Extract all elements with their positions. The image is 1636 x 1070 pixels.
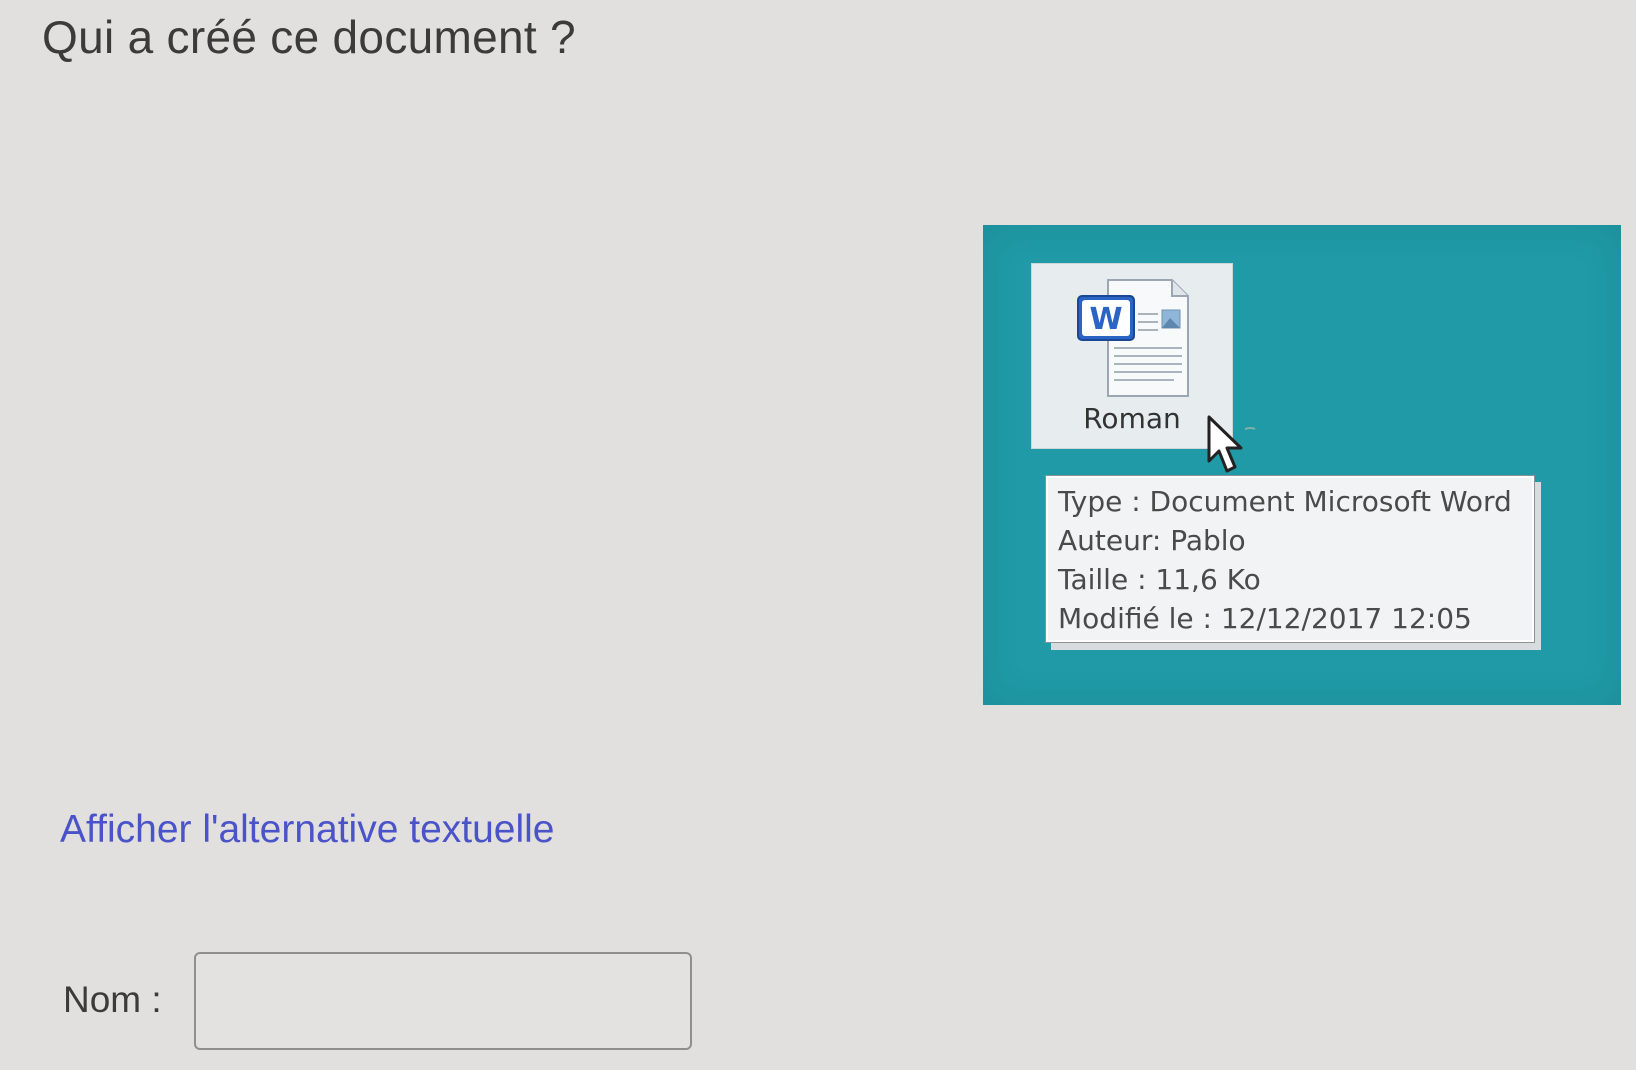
tooltip-type: Type : Document Microsoft Word — [1058, 485, 1512, 518]
svg-text:W: W — [1089, 302, 1122, 337]
name-input[interactable] — [194, 952, 692, 1050]
file-name-label: Roman — [1083, 402, 1181, 435]
mouse-pointer-icon — [1207, 415, 1256, 473]
file-tile: W Roman — [1031, 263, 1233, 449]
name-label: Nom : — [63, 979, 162, 1020]
question-title: Qui a créé ce document ? — [42, 11, 576, 63]
file-tooltip: Type : Document Microsoft Word Auteur: P… — [1045, 475, 1535, 643]
tooltip-author: Auteur: Pablo — [1058, 524, 1246, 557]
desktop-screenshot-image: W Roman Type : Document Microsoft Word A… — [983, 225, 1621, 705]
show-alt-text-link[interactable]: Afficher l'alternative textuelle — [60, 808, 555, 852]
tooltip-modified: Modifié le : 12/12/2017 12:05 — [1058, 602, 1472, 635]
tooltip-size: Taille : 11,6 Ko — [1058, 563, 1261, 596]
word-document-icon: W — [1077, 279, 1189, 397]
